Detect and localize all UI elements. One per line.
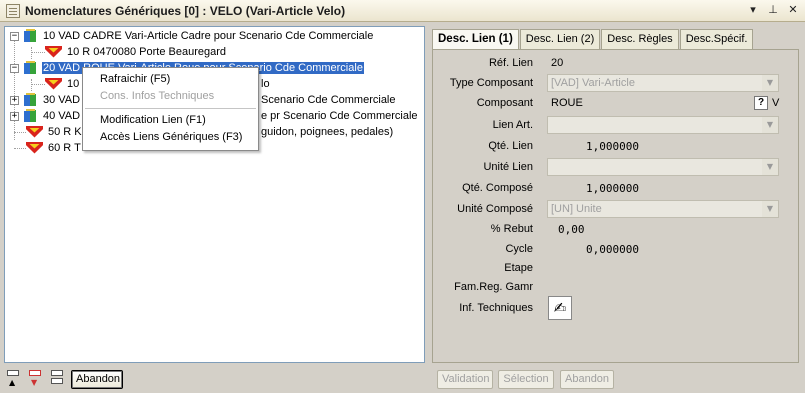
type-composant-select: [VAD] Vari-Article ▼ xyxy=(547,74,779,92)
unite-compose-select: [UN] Unite ▼ xyxy=(547,200,779,218)
ref-lien-value: 20 xyxy=(551,57,564,69)
cycle-label: Cycle xyxy=(505,243,533,255)
validation-button[interactable]: Validation xyxy=(437,370,493,389)
close-icon[interactable]: ✕ xyxy=(787,3,799,17)
tab-desc-regles[interactable]: Desc. Règles xyxy=(601,29,679,49)
tree-node[interactable]: 10 R 0470080 Porte Beauregard xyxy=(45,44,227,60)
collapse-icon[interactable]: − xyxy=(10,31,19,41)
cycle-value: 0,000000 xyxy=(586,243,639,256)
menu-separator xyxy=(85,108,256,109)
cube-icon xyxy=(23,29,39,43)
window-titlebar: Nomenclatures Génériques [0] : VELO (Var… xyxy=(0,0,805,22)
tree-node-label: 60 R T xyxy=(48,142,81,154)
ref-lien-label: Réf. Lien xyxy=(488,57,533,69)
pen-edit-icon[interactable]: ✍ xyxy=(548,296,572,320)
qte-lien-label: Qté. Lien xyxy=(488,140,533,152)
tree-node[interactable]: − 10 VAD CADRE Vari-Article Cadre pour S… xyxy=(10,28,374,44)
superman-icon xyxy=(45,45,62,59)
menu-item-generic-links[interactable]: Accès Liens Génériques (F3) xyxy=(83,129,258,146)
menu-item-tech-info: Cons. Infos Techniques xyxy=(100,90,215,102)
expand-icon[interactable]: + xyxy=(10,111,19,121)
tab-desc-lien-1[interactable]: Desc. Lien (1) xyxy=(432,29,519,50)
pct-rebut-value: 0,00 xyxy=(558,223,585,236)
tree-node[interactable]: + 40 VAD xyxy=(10,108,81,124)
chevron-down-icon: ▼ xyxy=(762,75,778,91)
tree-node[interactable]: 60 R T xyxy=(26,140,82,156)
tree-node-tail: lo xyxy=(261,78,270,90)
inf-techniques-label: Inf. Techniques xyxy=(459,302,533,314)
composant-value: ROUE xyxy=(551,97,583,109)
tree-node[interactable]: 50 R K xyxy=(26,124,83,140)
superman-icon xyxy=(26,141,43,155)
help-button[interactable]: ? xyxy=(754,96,768,110)
tab-desc-specif[interactable]: Desc.Spécif. xyxy=(679,29,754,49)
superman-icon xyxy=(45,77,62,91)
window-menu-dropdown-icon[interactable]: ▾ xyxy=(747,3,759,17)
expand-icon[interactable]: + xyxy=(10,95,19,105)
tree-node-label: 40 VAD xyxy=(43,110,81,122)
menu-item-refresh[interactable]: Rafraichir (F5) xyxy=(83,71,258,88)
tree-node-label: 10 R 0470080 Porte Beauregard xyxy=(67,46,227,58)
detail-tabs: Desc. Lien (1) Desc. Lien (2) Desc. Règl… xyxy=(432,29,754,50)
chevron-down-icon: ▼ xyxy=(762,159,778,175)
tree-node-label: 30 VAD xyxy=(43,94,81,106)
lien-art-label: Lien Art. xyxy=(492,119,533,131)
qte-compose-label: Qté. Composé xyxy=(462,182,533,194)
menu-item-modify-link[interactable]: Modification Lien (F1) xyxy=(83,112,258,129)
tree-node-label: 10 VAD CADRE Vari-Article Cadre pour Sce… xyxy=(43,30,374,42)
tree-node[interactable]: + 30 VAD xyxy=(10,92,81,108)
cube-icon xyxy=(23,61,39,75)
superman-icon xyxy=(26,125,43,139)
abandon-button[interactable]: Abandon xyxy=(560,370,614,389)
document-list-icon xyxy=(6,3,20,18)
swap-button[interactable] xyxy=(50,369,66,387)
window-title: Nomenclatures Génériques [0] : VELO (Var… xyxy=(25,3,346,18)
chevron-down-icon: ▼ xyxy=(762,201,778,217)
composant-label: Composant xyxy=(476,97,533,109)
tree-node-tail: guidon, poignees, pedales) xyxy=(261,126,394,138)
context-menu: Rafraichir (F5) Cons. Infos Techniques M… xyxy=(82,67,259,151)
etape-label: Etape xyxy=(504,262,533,274)
tree-abandon-button[interactable]: Abandon xyxy=(71,370,123,389)
cube-icon xyxy=(23,109,39,123)
tree-node-tail: e pr Scenario Cde Commerciale xyxy=(261,110,418,122)
qte-compose-value: 1,000000 xyxy=(586,182,639,195)
unite-lien-label: Unité Lien xyxy=(483,161,533,173)
move-up-button[interactable]: ▲ xyxy=(6,369,22,387)
type-composant-label: Type Composant xyxy=(449,77,533,89)
arrow-down-icon: ▼ xyxy=(31,378,38,387)
move-down-button[interactable]: ▼ xyxy=(28,369,44,387)
collapse-icon[interactable]: − xyxy=(10,63,19,73)
pct-rebut-label: % Rebut xyxy=(490,223,533,235)
fam-reg-gamr-label: Fam.Reg. Gamr xyxy=(454,281,533,293)
chevron-down-icon: ▼ xyxy=(762,117,778,133)
cube-icon xyxy=(23,93,39,107)
unite-lien-select: ▼ xyxy=(547,158,779,176)
selection-button[interactable]: Sélection xyxy=(498,370,554,389)
tree-node-label: 50 R K xyxy=(48,126,82,138)
qte-lien-value: 1,000000 xyxy=(586,140,639,153)
tree-node-tail: Scenario Cde Commerciale xyxy=(261,94,396,106)
composant-suffix: V xyxy=(772,97,780,109)
unite-compose-label: Unité Composé xyxy=(457,203,533,215)
pin-icon[interactable]: ⊥ xyxy=(767,3,779,17)
tab-desc-lien-2[interactable]: Desc. Lien (2) xyxy=(519,29,601,49)
lien-art-select: ▼ xyxy=(547,116,779,134)
arrow-up-icon: ▲ xyxy=(9,378,16,387)
